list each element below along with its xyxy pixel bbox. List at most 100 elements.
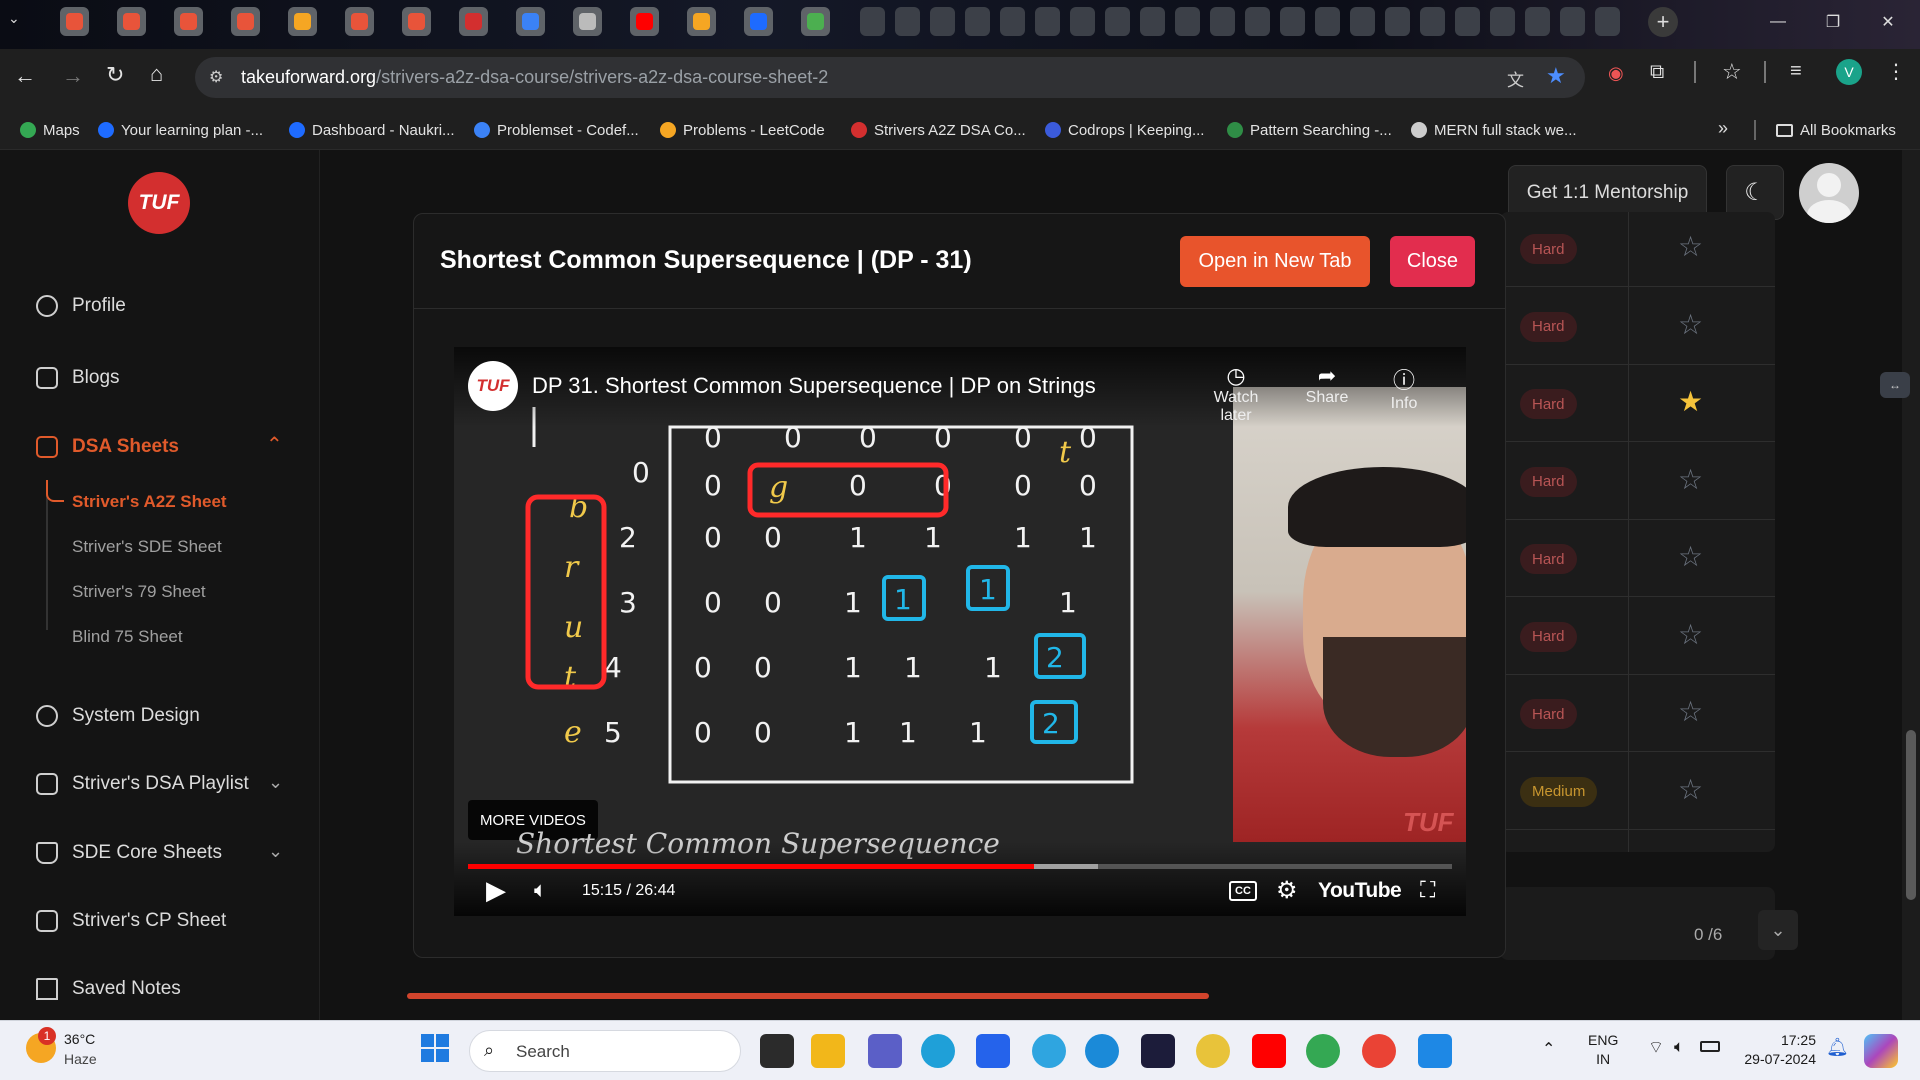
help-icon[interactable]: [1032, 1034, 1066, 1068]
avatar[interactable]: [1799, 163, 1859, 223]
all-bookmarks-button[interactable]: All Bookmarks: [1776, 110, 1896, 150]
browser-tab[interactable]: [1595, 7, 1620, 36]
star-icon[interactable]: ☆: [1678, 695, 1703, 728]
forward-icon[interactable]: →: [62, 63, 84, 89]
browser-tab[interactable]: [860, 7, 885, 36]
bookmark-item[interactable]: Problems - LeetCode: [660, 110, 825, 150]
windows-start-icon[interactable]: [421, 1034, 449, 1062]
close-button[interactable]: Close: [1390, 236, 1475, 287]
sidebar-item-system-design[interactable]: System Design: [36, 705, 200, 727]
youtube-logo[interactable]: YouTube: [1318, 879, 1402, 903]
weather-temp[interactable]: 36°C: [64, 1031, 95, 1047]
weather-desc[interactable]: Haze: [64, 1051, 97, 1067]
youtube-player[interactable]: 000000 0 00000 001111 0011 00111 00111 2…: [454, 347, 1466, 916]
language-indicator[interactable]: ENG IN: [1588, 1031, 1618, 1069]
browser-tab[interactable]: [1140, 7, 1165, 36]
chevron-down-icon[interactable]: ⌄: [1758, 910, 1798, 950]
side-panel-toggle-icon[interactable]: ↔: [1880, 372, 1910, 398]
bookmark-item[interactable]: Dashboard - Naukri...: [289, 110, 455, 150]
chevron-up-icon[interactable]: ⌃: [266, 432, 283, 457]
copilot-icon[interactable]: [1864, 1034, 1898, 1068]
browser-tab[interactable]: [930, 7, 955, 36]
translate-icon[interactable]: 文: [1507, 66, 1524, 91]
sidebar-sub-sde-sheet[interactable]: Striver's SDE Sheet: [72, 537, 222, 557]
edge-dev-icon[interactable]: [1085, 1034, 1119, 1068]
taskbar-search[interactable]: ⌕ Search: [469, 1030, 741, 1072]
bookmark-star-icon[interactable]: ★: [1546, 63, 1566, 89]
browser-tab[interactable]: [117, 7, 146, 36]
site-info-icon[interactable]: ⚙: [209, 67, 223, 87]
chevron-down-icon[interactable]: ⌄: [268, 841, 283, 862]
edge-icon[interactable]: [921, 1034, 955, 1068]
browser-tab[interactable]: [630, 7, 659, 36]
browser-tab[interactable]: [1525, 7, 1550, 36]
browser-tab[interactable]: [1490, 7, 1515, 36]
fullscreen-icon[interactable]: ⛶: [1420, 877, 1435, 903]
browser-tab[interactable]: [288, 7, 317, 36]
sidebar-sub-79-sheet[interactable]: Striver's 79 Sheet: [72, 582, 206, 602]
browser-tab[interactable]: [1315, 7, 1340, 36]
browser-tab[interactable]: [345, 7, 374, 36]
browser-tab[interactable]: [1035, 7, 1060, 36]
notification-bell-icon[interactable]: 🔔︎: [1826, 1037, 1849, 1058]
sidebar-item-profile[interactable]: Profile: [36, 295, 126, 317]
volume-icon[interactable]: 🔈︎: [534, 877, 547, 903]
browser-tab[interactable]: [801, 7, 830, 36]
bookmark-item[interactable]: Pattern Searching -...: [1227, 110, 1392, 150]
new-tab-button[interactable]: +: [1648, 7, 1678, 37]
extensions-icon[interactable]: ⧉: [1650, 61, 1664, 84]
minimize-icon[interactable]: —: [1752, 0, 1804, 44]
browser-tab[interactable]: [895, 7, 920, 36]
more-bookmarks-icon[interactable]: »: [1718, 118, 1728, 139]
browser-tab[interactable]: [516, 7, 545, 36]
teams-icon[interactable]: [868, 1034, 902, 1068]
bookmark-item[interactable]: Your learning plan -...: [98, 110, 263, 150]
chevron-down-icon[interactable]: ⌄: [268, 772, 283, 793]
chrome-profile-2-icon[interactable]: [1362, 1034, 1396, 1068]
chrome-profile-icon[interactable]: [1306, 1034, 1340, 1068]
battery-icon[interactable]: [1700, 1041, 1720, 1052]
browser-tab[interactable]: [231, 7, 260, 36]
browser-tab[interactable]: [1420, 7, 1445, 36]
bookmark-item[interactable]: Maps: [20, 110, 80, 150]
home-icon[interactable]: ⌂: [150, 61, 163, 87]
clock[interactable]: 17:25 29-07-2024: [1738, 1031, 1816, 1069]
speaker-icon[interactable]: 🔈︎: [1674, 1037, 1684, 1057]
browser-tab[interactable]: [1350, 7, 1375, 36]
settings-gear-icon[interactable]: ⚙: [1276, 876, 1298, 905]
browser-tab[interactable]: [1280, 7, 1305, 36]
channel-logo[interactable]: TUF: [468, 361, 518, 411]
tab-search-icon[interactable]: ⌄: [8, 10, 20, 27]
scrollbar-thumb[interactable]: [1906, 730, 1916, 900]
task-view-icon[interactable]: [760, 1034, 794, 1068]
tuf-logo[interactable]: TUF: [128, 172, 190, 234]
store-icon[interactable]: [976, 1034, 1010, 1068]
sidebar-item-saved-notes[interactable]: Saved Notes: [36, 978, 181, 1000]
wifi-icon[interactable]: ⌔: [1648, 1037, 1664, 1058]
sidebar-item-dsa-sheets[interactable]: DSA Sheets: [36, 436, 179, 458]
browser-tab[interactable]: [402, 7, 431, 36]
open-new-tab-button[interactable]: Open in New Tab: [1180, 236, 1370, 287]
bookmark-item[interactable]: Codrops | Keeping...: [1045, 110, 1204, 150]
favorites-icon[interactable]: ☆: [1722, 59, 1742, 85]
star-icon[interactable]: ★: [1678, 385, 1703, 418]
sidebar-sub-blind-75[interactable]: Blind 75 Sheet: [72, 627, 183, 647]
browser-tab[interactable]: [1210, 7, 1235, 36]
browser-tab[interactable]: [687, 7, 716, 36]
progress-track[interactable]: [468, 864, 1452, 869]
sidebar-item-sde-core[interactable]: SDE Core Sheets: [36, 842, 222, 864]
browser-tab[interactable]: [744, 7, 773, 36]
back-icon[interactable]: ←: [14, 63, 36, 89]
file-explorer-icon[interactable]: [811, 1034, 845, 1068]
tray-overflow-icon[interactable]: ⌃: [1542, 1039, 1555, 1059]
bookmark-item[interactable]: Strivers A2Z DSA Co...: [851, 110, 1026, 150]
media-control-icon[interactable]: ≡: [1790, 60, 1802, 83]
browser-tab[interactable]: [60, 7, 89, 36]
profile-avatar[interactable]: V: [1836, 59, 1862, 85]
browser-tab[interactable]: [1560, 7, 1585, 36]
reload-icon[interactable]: ↻: [106, 62, 124, 88]
sidebar-item-blogs[interactable]: Blogs: [36, 367, 120, 389]
star-icon[interactable]: ☆: [1678, 463, 1703, 496]
browser-tab[interactable]: [1385, 7, 1410, 36]
browser-tab[interactable]: [1070, 7, 1095, 36]
